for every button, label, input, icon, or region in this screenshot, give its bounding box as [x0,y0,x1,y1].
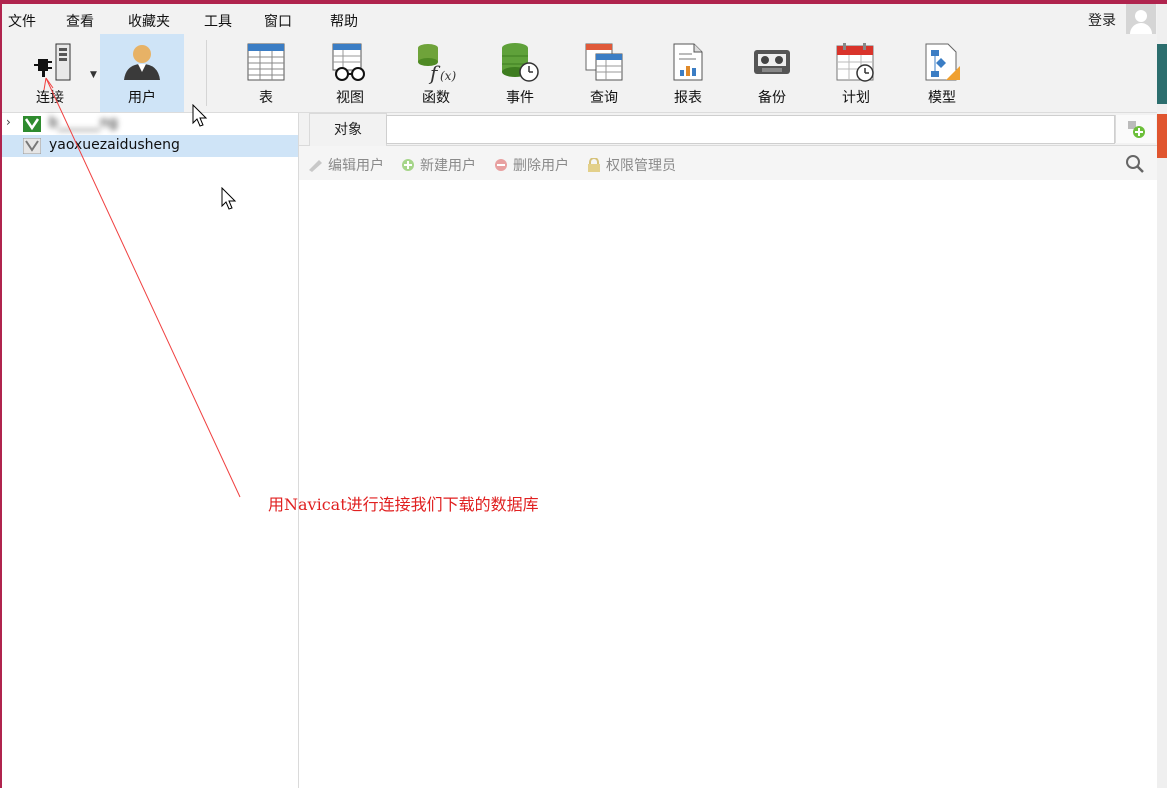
schedule-label: 计划 [842,90,870,106]
new-user-button[interactable]: 新建用户 [399,155,476,175]
view-glasses-icon [332,43,365,81]
table-icon [247,43,285,81]
function-button[interactable]: f (x) 函数 [398,34,474,112]
mouse-cursor-icon [221,187,237,210]
connection-tree: › b______ng yaoxuezaidusheng [2,113,299,788]
model-button[interactable]: 模型 [904,34,980,112]
event-clock-icon [502,43,539,82]
object-tab-bar: 对象 [299,113,1157,146]
backup-tape-icon [754,50,790,74]
view-label: 视图 [336,90,364,106]
object-action-toolbar: 编辑用户 新建用户 删除用户 权限管理员 [299,146,1157,180]
schedule-button[interactable]: 计划 [818,34,894,112]
connection-name: yaoxuezaidusheng [49,137,180,153]
login-link[interactable]: 登录 [1088,10,1116,30]
report-label: 报表 [674,90,702,106]
menu-bar: 文件 查看 收藏夹 工具 窗口 帮助 登录 [2,4,1157,34]
user-button[interactable]: 用户 [100,34,184,112]
connect-dropdown-icon[interactable]: ▼ [90,70,97,80]
menu-help[interactable]: 帮助 [330,11,358,31]
privilege-manager-button[interactable]: 权限管理员 [585,155,676,175]
new-tab-button[interactable] [1115,115,1156,143]
background-window-accent [1157,44,1167,104]
mouse-cursor-icon [192,104,208,127]
background-window-accent-2 [1157,114,1167,158]
menu-file[interactable]: 文件 [8,11,36,31]
report-button[interactable]: 报表 [650,34,726,112]
delete-user-button[interactable]: 删除用户 [492,155,569,175]
query-button[interactable]: 查询 [566,34,642,112]
lock-icon [588,158,600,172]
event-button[interactable]: 事件 [482,34,558,112]
menu-view[interactable]: 查看 [66,11,94,31]
menu-favorites[interactable]: 收藏夹 [128,11,170,31]
main-toolbar: 连接 ▼ 用户 表 视图 f (x) 函数 事件 查询 报表 备份 计划 模型 [2,34,1157,113]
schedule-calendar-icon [836,43,874,82]
account-avatar-button[interactable] [1126,4,1156,34]
expand-chevron-icon[interactable]: › [6,115,11,129]
tree-connection-row-selected[interactable]: yaoxuezaidusheng [2,135,298,157]
query-icon [585,43,623,81]
backup-button[interactable]: 备份 [734,34,810,112]
user-label: 用户 [128,90,156,106]
model-label: 模型 [928,90,956,106]
report-icon [673,43,703,81]
connect-label: 连接 [36,90,64,106]
user-icon [124,45,160,80]
menu-tools[interactable]: 工具 [204,11,232,31]
avatar-icon [1135,10,1147,22]
model-diagram-icon [925,43,960,81]
annotation-text: 用Navicat进行连接我们下载的数据库 [268,495,539,514]
tab-filter-area[interactable] [386,115,1115,144]
connection-icon [23,138,41,154]
add-icon [402,159,414,171]
search-icon[interactable] [1125,154,1145,174]
backup-label: 备份 [758,90,786,106]
object-list-area[interactable] [299,180,1157,788]
connect-button[interactable]: 连接 [6,34,94,112]
table-label: 表 [259,90,273,106]
toolbar-divider [206,40,207,106]
connection-name: b______ng [49,115,118,131]
view-button[interactable]: 视图 [312,34,388,112]
tree-connection-row[interactable]: › b______ng [2,113,298,135]
add-object-icon [1128,121,1145,138]
function-label: 函数 [422,90,450,106]
plug-connection-icon [34,43,71,81]
table-button[interactable]: 表 [228,34,304,112]
menu-window[interactable]: 窗口 [264,11,292,31]
tab-objects[interactable]: 对象 [309,113,387,146]
query-label: 查询 [590,90,618,106]
delete-icon [495,159,507,171]
event-label: 事件 [506,90,534,106]
svg-text:(x): (x) [440,69,456,83]
mysql-connection-icon [23,116,41,132]
background-window-edge [1157,4,1167,788]
edit-user-button[interactable]: 编辑用户 [307,155,384,175]
edit-icon [309,160,322,172]
function-fx-icon: f (x) [418,44,456,84]
